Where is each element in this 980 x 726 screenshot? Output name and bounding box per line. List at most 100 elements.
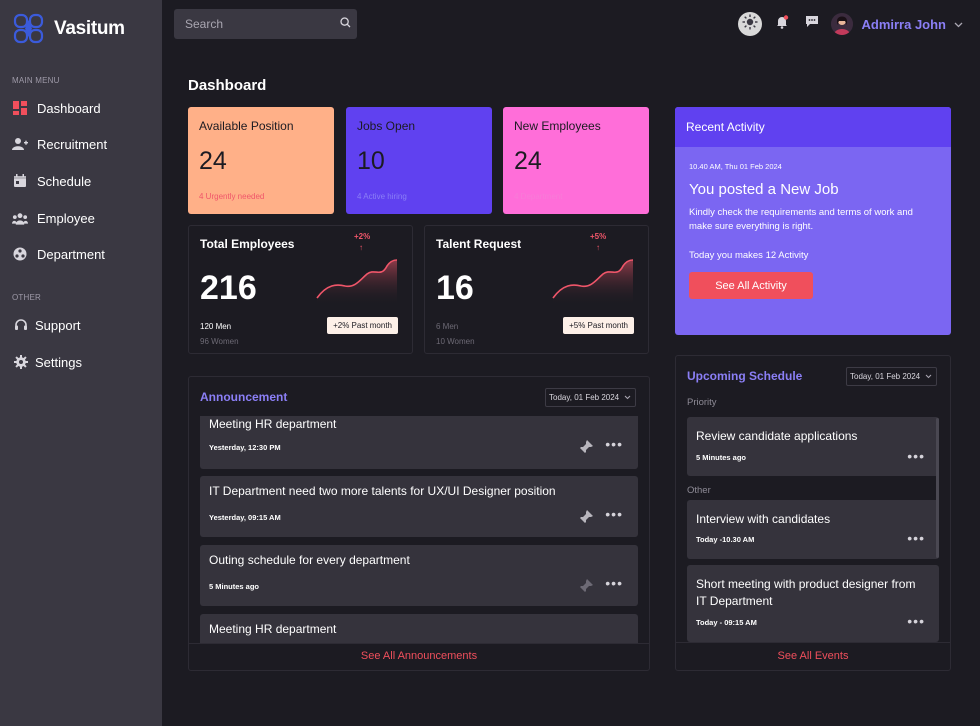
scrollbar[interactable]: [936, 418, 939, 558]
logo-icon: [11, 11, 46, 46]
summary-card-talent-request[interactable]: Talent Request 16 6 Men 10 Women +5% ↑ +…: [424, 225, 649, 354]
announcement-title: Meeting HR department: [209, 417, 337, 431]
notification-button[interactable]: [771, 13, 793, 35]
search-icon[interactable]: [340, 15, 351, 33]
stat-label: New Employees: [514, 119, 601, 133]
theme-toggle-button[interactable]: [738, 12, 763, 36]
messages-button[interactable]: [801, 13, 823, 35]
activity-time: 10.40 AM, Thu 01 Feb 2024: [689, 162, 782, 171]
stat-value: 10: [357, 147, 385, 175]
main-menu-heading: MAIN MENU: [12, 76, 60, 85]
stat-label: Available Position: [199, 119, 294, 133]
more-options-icon[interactable]: •••: [907, 613, 925, 629]
schedule-title: Short meeting with product designer from…: [696, 577, 916, 608]
see-all-events-link[interactable]: See All Events: [676, 650, 950, 662]
stat-subtext: 4 Department: [514, 192, 563, 201]
sidebar-item-employee[interactable]: Employee: [12, 210, 95, 226]
chevron-down-icon[interactable]: [954, 15, 963, 33]
pin-icon[interactable]: [580, 510, 593, 528]
summary-pill: +5% Past month: [563, 317, 634, 334]
summary-women: 10 Women: [436, 337, 475, 346]
bell-icon: [775, 14, 789, 34]
date-picker-value: Today, 01 Feb 2024: [850, 372, 921, 381]
sidebar-item-schedule[interactable]: Schedule: [12, 173, 91, 189]
stat-card-new-employees[interactable]: New Employees 24 4 Department: [503, 107, 649, 214]
sidebar-item-support[interactable]: Support: [13, 317, 81, 333]
page-title: Dashboard: [188, 77, 267, 94]
announcement-heading: Announcement: [200, 390, 288, 404]
more-options-icon[interactable]: •••: [605, 506, 623, 522]
sun-icon: [742, 14, 758, 35]
schedule-time: Today -10.30 AM: [696, 535, 755, 544]
sparkline-chart: [552, 259, 634, 306]
chevron-down-icon: [925, 372, 932, 381]
user-name[interactable]: Admirra John: [861, 17, 946, 32]
schedule-item[interactable]: Interview with candidates Today -10.30 A…: [687, 500, 939, 559]
schedule-heading: Upcoming Schedule: [687, 369, 803, 383]
announcement-item[interactable]: Meeting HR department Yesterday, 12:30 P…: [200, 416, 638, 469]
other-label: Other: [687, 485, 711, 496]
announcement-item[interactable]: Meeting HR department: [200, 614, 638, 644]
search-input[interactable]: [185, 17, 340, 31]
gear-icon: [13, 354, 29, 370]
chevron-down-icon: [624, 393, 631, 402]
sidebar-item-label: Department: [37, 246, 105, 262]
announcement-time: Yesterday, 12:30 PM: [209, 443, 281, 452]
stat-card-available-position[interactable]: Available Position 24 4 Urgently needed: [188, 107, 334, 214]
activity-count: Today you makes 12 Activity: [689, 250, 809, 261]
announcement-item[interactable]: Outing schedule for every department 5 M…: [200, 545, 638, 606]
schedule-title: Review candidate applications: [696, 429, 858, 443]
stat-subtext: 4 Active hiring: [357, 192, 407, 201]
sidebar-item-settings[interactable]: Settings: [13, 354, 82, 370]
more-options-icon[interactable]: •••: [907, 530, 925, 546]
other-menu-heading: OTHER: [12, 293, 41, 302]
sidebar-item-label: Support: [35, 317, 81, 333]
upcoming-schedule-panel: Upcoming Schedule Today, 01 Feb 2024 Pri…: [675, 355, 951, 671]
avatar[interactable]: [831, 13, 854, 35]
sidebar: Vasitum MAIN MENU Dashboard Recruitment …: [0, 0, 162, 726]
sidebar-item-label: Dashboard: [37, 100, 101, 116]
sidebar-item-label: Employee: [37, 210, 95, 226]
sidebar-item-dashboard[interactable]: Dashboard: [12, 100, 101, 116]
chat-icon: [805, 15, 819, 33]
see-all-activity-button[interactable]: See All Activity: [689, 272, 813, 299]
user-plus-icon: [12, 136, 28, 152]
headset-icon: [13, 317, 29, 333]
sidebar-item-department[interactable]: Department: [12, 246, 105, 262]
announcement-date-picker[interactable]: Today, 01 Feb 2024: [545, 388, 637, 407]
pin-icon[interactable]: [580, 440, 593, 458]
schedule-item[interactable]: Short meeting with product designer from…: [687, 565, 939, 642]
calendar-icon: [12, 173, 28, 189]
announcement-title: Meeting HR department: [209, 622, 337, 636]
pin-icon[interactable]: [580, 579, 593, 597]
more-options-icon[interactable]: •••: [605, 575, 623, 591]
sidebar-item-label: Schedule: [37, 173, 92, 189]
sidebar-item-label: Recruitment: [37, 136, 108, 152]
dashboard-icon: [12, 100, 28, 116]
priority-label: Priority: [687, 397, 717, 408]
more-options-icon[interactable]: •••: [907, 448, 925, 464]
sidebar-item-recruitment[interactable]: Recruitment: [12, 136, 107, 152]
stat-card-jobs-open[interactable]: Jobs Open 10 4 Active hiring: [346, 107, 492, 214]
schedule-date-picker[interactable]: Today, 01 Feb 2024: [846, 367, 938, 386]
announcement-time: Yesterday, 09:15 AM: [209, 513, 281, 522]
top-right-toolbar: Admirra John: [738, 12, 963, 36]
brand-logo[interactable]: Vasitum: [11, 11, 125, 46]
stat-subtext: 4 Urgently needed: [199, 192, 265, 201]
date-picker-value: Today, 01 Feb 2024: [549, 393, 620, 402]
announcement-item[interactable]: IT Department need two more talents for …: [200, 476, 638, 537]
summary-change: +5%: [590, 232, 607, 241]
arrow-up-icon: ↑: [596, 243, 600, 252]
see-all-announcements-link[interactable]: See All Announcements: [189, 650, 649, 662]
schedule-time: Today - 09:15 AM: [696, 618, 757, 627]
summary-card-total-employees[interactable]: Total Employees 216 120 Men 96 Women +2%…: [188, 225, 413, 354]
team-icon: [12, 210, 28, 226]
more-options-icon[interactable]: •••: [605, 436, 623, 452]
sidebar-item-label: Settings: [35, 354, 82, 370]
department-icon: [12, 246, 28, 262]
stat-value: 24: [514, 147, 542, 175]
divider: [676, 642, 950, 643]
schedule-time: 5 Minutes ago: [696, 453, 747, 462]
schedule-item[interactable]: Review candidate applications 5 Minutes …: [687, 417, 939, 476]
arrow-up-icon: ↑: [359, 243, 363, 252]
